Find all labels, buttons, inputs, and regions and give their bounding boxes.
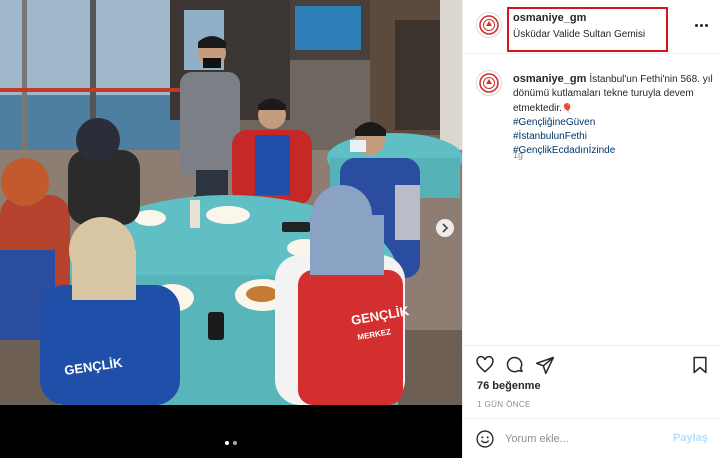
share-button[interactable] [534,354,556,376]
comment-icon [506,356,523,373]
emoji-icon[interactable] [475,429,495,449]
caption-time: 1g [513,150,524,160]
next-arrow-icon [442,223,449,233]
comment-button[interactable] [504,354,526,376]
carousel-dot-active [225,441,229,445]
post-location[interactable]: Üsküdar Valide Sultan Gemisi [513,29,645,40]
post-photo: GENÇLİK GENÇLİK MERKEZ [0,0,462,405]
post-time-ago: 1 GÜN ÖNCE [477,400,531,409]
post-comment-button[interactable]: Paylaş [673,432,708,444]
carousel-dot [233,441,237,445]
hashtag-link[interactable]: #İstanbulunFethi [513,130,713,144]
header-username[interactable]: osmaniye_gm [513,12,586,24]
share-icon [535,356,555,375]
comment-bar: Paylaş [463,418,720,458]
comment-input[interactable] [505,431,665,447]
like-button[interactable] [474,354,496,376]
heart-icon [476,355,494,373]
caption-avatar[interactable] [476,70,502,96]
hashtag-link[interactable]: #GençliğineGüven [513,116,713,130]
post-actions [463,345,720,375]
next-photo-button[interactable] [436,219,454,237]
gsb-logo-icon [479,15,499,35]
post-caption: osmaniye_gm İstanbul'un Fethi'nin 568. yı… [513,72,713,158]
hashtag-link[interactable]: #GençlikEcdadınİzinde [513,144,713,158]
carousel-dots [0,441,462,445]
balloon-emoji: 🎈 [561,103,574,113]
post-header: osmaniye_gm Üsküdar Valide Sultan Gemisi [463,0,720,54]
like-count[interactable]: 76 beğenme [477,380,541,392]
gsb-logo-icon [479,73,499,93]
bookmark-icon [693,356,707,374]
caption-username[interactable]: osmaniye_gm [513,73,586,85]
save-button[interactable] [689,354,711,376]
more-options-icon[interactable] [695,24,708,27]
post-media[interactable]: GENÇLİK GENÇLİK MERKEZ [0,0,462,458]
avatar[interactable] [476,12,502,38]
post-sidebar: osmaniye_gm Üsküdar Valide Sultan Gemisi… [462,0,720,458]
